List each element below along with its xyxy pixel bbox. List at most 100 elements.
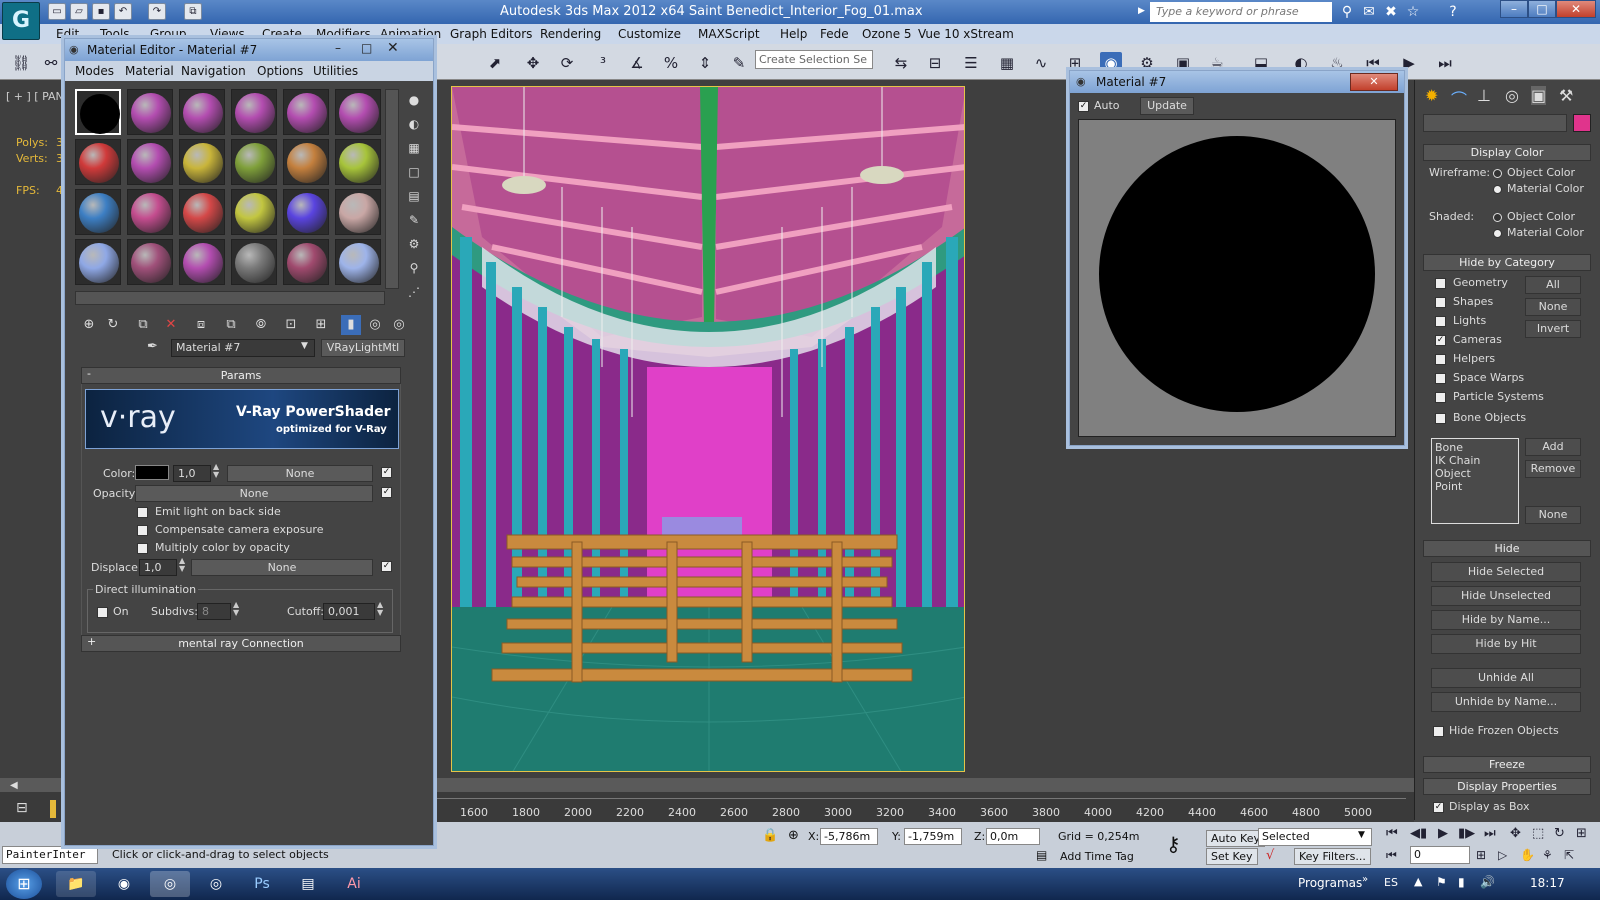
mated-menu-material[interactable]: Material <box>125 64 174 78</box>
params-rollout-header[interactable]: Params <box>81 367 401 384</box>
redo-icon[interactable]: ↷ <box>148 3 166 20</box>
color-map-button[interactable]: None <box>227 465 373 482</box>
mated-maximize-button[interactable]: □ <box>361 41 372 55</box>
help-icon[interactable]: ? <box>1444 3 1462 21</box>
programas-toolbar[interactable]: Programas <box>1298 876 1362 890</box>
material-sample-slot[interactable] <box>179 239 225 285</box>
color-multiplier-field[interactable]: 1,0 <box>173 465 211 482</box>
hide-selected-button[interactable]: Hide Selected <box>1431 562 1581 582</box>
previous-key-icon[interactable]: ◀▮ <box>1410 826 1427 841</box>
hide-unselected-button[interactable]: Hide Unselected <box>1431 586 1581 606</box>
mated-close-button[interactable]: ✕ <box>387 40 399 56</box>
list-item[interactable]: IK Chain Object <box>1435 454 1515 480</box>
material-sample-slot[interactable] <box>335 189 381 235</box>
color-spinner[interactable]: ▲ ▼ <box>213 463 219 479</box>
min-max-toggle-icon[interactable]: ⇱ <box>1564 848 1574 862</box>
shapes-checkbox[interactable] <box>1435 297 1446 308</box>
key-filter-selection-dropdown[interactable]: Selected <box>1258 828 1372 846</box>
snaps-toggle-icon[interactable]: ³ <box>592 52 614 74</box>
start-button-icon[interactable]: ⊞ <box>6 869 42 899</box>
subscription-icon[interactable]: ✖ <box>1382 3 1400 21</box>
category-invert-button[interactable]: Invert <box>1525 320 1581 338</box>
shaded-object-color-radio[interactable] <box>1493 213 1502 222</box>
sample-type-icon[interactable]: ● <box>405 91 423 109</box>
material-sample-slot[interactable] <box>75 89 121 135</box>
list-remove-button[interactable]: Remove <box>1525 460 1581 478</box>
material-sample-slot[interactable] <box>231 189 277 235</box>
maximize-viewport-icon[interactable]: ⊞ <box>1576 826 1587 841</box>
z-coordinate-field[interactable]: 0,0m <box>986 828 1040 845</box>
mental-ray-rollout-header[interactable]: mental ray Connection <box>81 635 401 652</box>
options-icon[interactable]: ⚙ <box>405 235 423 253</box>
material-id-icon[interactable]: ⦾ <box>251 315 271 335</box>
lights-checkbox[interactable] <box>1435 316 1446 327</box>
material-type-button[interactable]: VRayLightMtl <box>321 339 405 357</box>
eyedropper-icon[interactable]: ✒ <box>147 339 158 354</box>
select-move-icon[interactable]: ✥ <box>522 52 544 74</box>
mental-ray-expand-icon[interactable]: + <box>87 635 96 648</box>
notepad-taskbar-icon[interactable]: ▤ <box>288 871 328 897</box>
material-sample-slot[interactable] <box>335 239 381 285</box>
project-folder-icon[interactable]: ⧉ <box>184 3 202 20</box>
mated-menu-utilities[interactable]: Utilities <box>313 64 358 78</box>
align-icon[interactable]: ⊟ <box>924 52 946 74</box>
set-key-button[interactable]: Set Key <box>1206 848 1258 865</box>
new-file-icon[interactable]: ▭ <box>48 3 66 20</box>
helpers-checkbox[interactable] <box>1435 354 1446 365</box>
material-sample-slot[interactable] <box>283 89 329 135</box>
key-filters-button[interactable]: Key Filters... <box>1294 848 1371 865</box>
go-to-end-icon[interactable]: ⏭ <box>1484 826 1496 841</box>
auto-key-button[interactable]: Auto Key <box>1206 830 1265 847</box>
displace-map-checkbox[interactable]: ✓ <box>381 561 392 572</box>
color-swatch[interactable] <box>135 465 169 480</box>
material-sample-slot[interactable] <box>75 139 121 185</box>
wireframe-material-color-radio[interactable] <box>1493 185 1502 194</box>
displace-spinner[interactable]: ▲ ▼ <box>179 557 185 573</box>
favorites-star-icon[interactable]: ☆ <box>1404 3 1422 21</box>
cutoff-field[interactable]: 0,001 <box>323 603 375 620</box>
time-marker[interactable] <box>50 800 56 818</box>
material-sample-slot[interactable] <box>75 189 121 235</box>
material-sample-slot[interactable] <box>127 239 173 285</box>
go-forward-sibling-icon[interactable]: ◎ <box>365 315 385 335</box>
network-icon[interactable]: ▮ <box>1458 875 1465 889</box>
compensate-checkbox[interactable] <box>137 525 148 536</box>
display-color-rollout[interactable]: Display Color <box>1423 144 1591 161</box>
save-icon[interactable]: ▪ <box>92 3 110 20</box>
material-sample-slot[interactable] <box>231 139 277 185</box>
put-to-scene-icon[interactable]: ↻ <box>103 315 123 335</box>
material-sample-slot[interactable] <box>179 89 225 135</box>
percent-snap-icon[interactable]: % <box>660 52 682 74</box>
spinner-snap-icon[interactable]: ⇕ <box>694 52 716 74</box>
illustrator-taskbar-icon[interactable]: Ai <box>334 871 374 897</box>
material-sample-slot[interactable] <box>283 139 329 185</box>
uv-tiling-icon[interactable]: □ <box>405 163 423 181</box>
3dsmax-taskbar-icon[interactable]: ◎ <box>150 871 190 897</box>
unlink-icon[interactable]: ⚯ <box>40 52 62 74</box>
absolute-mode-icon[interactable]: ⊕ <box>788 828 799 843</box>
menu-rendering[interactable]: Rendering <box>540 27 601 41</box>
multiply-checkbox[interactable] <box>137 543 148 554</box>
show-map-icon[interactable]: ⊡ <box>281 315 301 335</box>
subdivs-field[interactable]: 8 <box>197 603 231 620</box>
color-map-checkbox[interactable]: ✓ <box>381 467 392 478</box>
binoculars-icon[interactable]: ⚲ <box>1338 3 1356 21</box>
orbit-icon[interactable]: ↻ <box>1554 826 1565 841</box>
mini-curve-editor-icon[interactable]: ⊟ <box>16 800 28 816</box>
material-sample-slot[interactable] <box>179 189 225 235</box>
display-tab-icon[interactable]: ▣ <box>1531 86 1547 105</box>
language-indicator[interactable]: ES <box>1384 876 1398 889</box>
material-sample-slot[interactable] <box>335 89 381 135</box>
list-item[interactable]: Bone <box>1435 441 1515 454</box>
perspective-viewport[interactable] <box>451 86 965 772</box>
list-none-button[interactable]: None <box>1525 506 1581 524</box>
category-list[interactable]: Bone IK Chain Object Point <box>1431 438 1519 524</box>
material-name-field[interactable]: Material #7 <box>171 339 315 357</box>
show-end-result-icon[interactable]: ⊞ <box>311 315 331 335</box>
action-center-flag-icon[interactable]: ⚑ <box>1436 875 1447 889</box>
material-preview-window[interactable]: Material #7 ◉ ✕ ✓ Auto Update <box>1069 70 1405 446</box>
menu-graph-editors[interactable]: Graph Editors <box>450 27 532 41</box>
displace-map-button[interactable]: None <box>191 559 373 576</box>
category-all-button[interactable]: All <box>1525 276 1581 294</box>
close-button[interactable]: ✕ <box>1556 0 1596 18</box>
